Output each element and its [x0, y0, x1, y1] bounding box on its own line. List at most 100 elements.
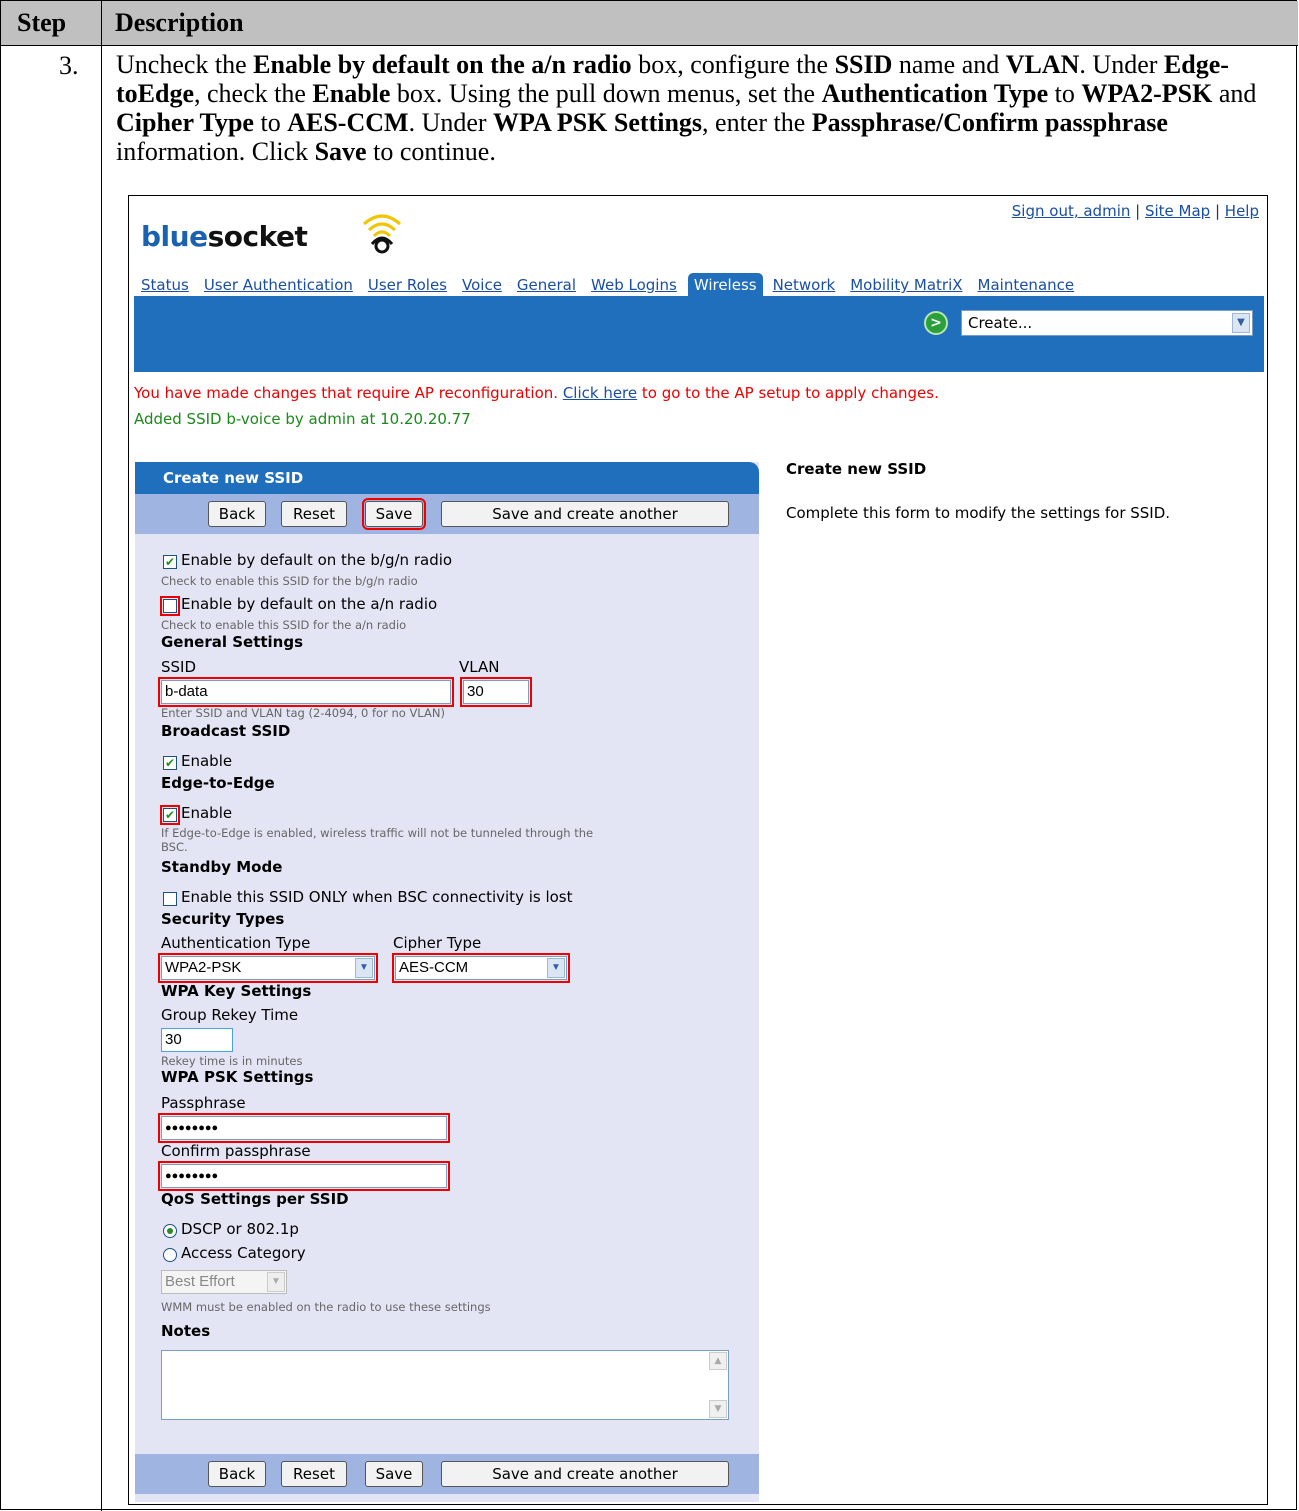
- qos-access-category-radio[interactable]: [163, 1248, 177, 1262]
- top-button-bar: Back Reset Save Save and create another: [135, 494, 759, 534]
- qos-dscp-radio[interactable]: [163, 1224, 177, 1238]
- chevron-down-icon: ▼: [267, 1272, 285, 1292]
- header-step: Step: [17, 8, 67, 37]
- back-button[interactable]: Back: [208, 501, 266, 527]
- bgn-radio-label: Enable by default on the b/g/n radio: [181, 551, 453, 569]
- qos-access-category-label: Access Category: [181, 1244, 306, 1262]
- main-nav: Status User Authentication User Roles Voice…: [141, 273, 1089, 297]
- nav-user-authentication[interactable]: User Authentication: [204, 276, 353, 294]
- notes-heading: Notes: [161, 1322, 211, 1340]
- edge-hint-2: BSC.: [161, 840, 188, 854]
- nav-user-roles[interactable]: User Roles: [368, 276, 447, 294]
- edge-hint-1: If Edge-to-Edge is enabled, wireless tra…: [161, 826, 594, 840]
- qos-settings-heading: QoS Settings per SSID: [161, 1190, 349, 1208]
- authentication-type-label: Authentication Type: [161, 934, 311, 952]
- nav-voice[interactable]: Voice: [462, 276, 502, 294]
- wpa-psk-settings-heading: WPA PSK Settings: [161, 1068, 314, 1086]
- passphrase-input[interactable]: ●●●●●●●●: [158, 1113, 450, 1143]
- toolbar: > Create... ▼: [134, 296, 1264, 372]
- wmm-hint: WMM must be enabled on the radio to use …: [161, 1300, 491, 1314]
- chevron-down-icon: ▼: [355, 958, 373, 978]
- wifi-logo-icon: [363, 214, 401, 254]
- document-table: Step Description 3. Uncheck the Enable b…: [0, 0, 1298, 1511]
- wpa-key-settings-heading: WPA Key Settings: [161, 982, 312, 1000]
- group-rekey-label: Group Rekey Time: [161, 1006, 299, 1024]
- create-select-value: Create...: [968, 314, 1033, 332]
- edge-to-edge-heading: Edge-to-Edge: [161, 774, 275, 792]
- help-title: Create new SSID: [786, 460, 927, 478]
- create-select[interactable]: Create... ▼: [961, 310, 1253, 336]
- nav-maintenance[interactable]: Maintenance: [978, 276, 1075, 294]
- separator: |: [1130, 202, 1145, 220]
- notes-textarea[interactable]: ▲ ▼: [161, 1350, 729, 1420]
- ssid-input[interactable]: b-data: [158, 677, 454, 707]
- chevron-down-icon: ▼: [547, 958, 565, 978]
- confirm-passphrase-label: Confirm passphrase: [161, 1142, 311, 1160]
- broadcast-enable-label: Enable: [181, 752, 233, 770]
- top-links: Sign out, admin | Site Map | Help: [1012, 202, 1259, 220]
- an-radio-hint: Check to enable this SSID for the a/n ra…: [161, 618, 407, 632]
- an-radio-label: Enable by default on the a/n radio: [181, 595, 438, 613]
- authentication-type-value: WPA2-PSK: [165, 959, 242, 976]
- edge-enable-label: Enable: [181, 804, 233, 822]
- click-here-link[interactable]: Click here: [563, 384, 637, 402]
- nav-web-logins[interactable]: Web Logins: [591, 276, 677, 294]
- best-effort-select[interactable]: Best Effort ▼: [161, 1270, 287, 1294]
- cipher-type-value: AES-CCM: [399, 959, 469, 976]
- help-link[interactable]: Help: [1225, 202, 1259, 220]
- status-message: Added SSID b-voice by admin at 10.20.20.…: [134, 410, 471, 428]
- column-divider: [101, 1, 102, 1511]
- confirm-passphrase-input[interactable]: ●●●●●●●●: [158, 1161, 450, 1191]
- ssid-hint: Enter SSID and VLAN tag (2-4094, 0 for n…: [161, 706, 445, 720]
- create-ssid-form: Create new SSID Back Reset Save Save and…: [135, 462, 759, 1502]
- reset-button[interactable]: Reset: [281, 1461, 347, 1487]
- qos-dscp-label: DSCP or 802.1p: [181, 1220, 299, 1238]
- nav-wireless[interactable]: Wireless: [687, 273, 763, 297]
- group-rekey-input[interactable]: 30: [161, 1028, 233, 1052]
- embedded-screenshot: Sign out, admin | Site Map | Help blueso…: [128, 195, 1268, 1505]
- cipher-type-select[interactable]: AES-CCM ▼: [392, 953, 570, 983]
- vlan-label: VLAN: [459, 658, 500, 676]
- nav-status[interactable]: Status: [141, 276, 189, 294]
- save-button[interactable]: Save: [362, 498, 426, 530]
- reconfig-warning: You have made changes that require AP re…: [134, 384, 939, 402]
- bgn-radio-checkbox[interactable]: ✔: [163, 555, 177, 569]
- edge-enable-checkbox[interactable]: ✔: [160, 805, 180, 825]
- separator: |: [1210, 202, 1225, 220]
- security-types-heading: Security Types: [161, 910, 285, 928]
- cipher-type-label: Cipher Type: [393, 934, 482, 952]
- broadcast-ssid-heading: Broadcast SSID: [161, 722, 291, 740]
- step-number: 3.: [59, 51, 79, 80]
- back-button[interactable]: Back: [208, 1461, 266, 1487]
- header-description: Description: [115, 8, 244, 37]
- best-effort-value: Best Effort: [165, 1273, 235, 1290]
- sign-out-link[interactable]: Sign out, admin: [1012, 202, 1131, 220]
- go-arrow-icon[interactable]: >: [924, 311, 948, 335]
- step-instructions: Uncheck the Enable by default on the a/n…: [116, 50, 1257, 166]
- authentication-type-select[interactable]: WPA2-PSK ▼: [158, 953, 378, 983]
- standby-label: Enable this SSID ONLY when BSC connectiv…: [181, 888, 573, 906]
- chevron-down-icon: ▼: [1232, 313, 1250, 333]
- site-map-link[interactable]: Site Map: [1145, 202, 1210, 220]
- nav-network[interactable]: Network: [773, 276, 836, 294]
- standby-mode-heading: Standby Mode: [161, 858, 283, 876]
- ssid-label: SSID: [161, 658, 197, 676]
- save-and-create-another-button[interactable]: Save and create another: [441, 501, 729, 527]
- save-and-create-another-button[interactable]: Save and create another: [441, 1461, 729, 1487]
- reset-button[interactable]: Reset: [281, 501, 347, 527]
- scroll-down-icon[interactable]: ▼: [709, 1400, 727, 1418]
- bgn-radio-hint: Check to enable this SSID for the b/g/n …: [161, 574, 418, 588]
- general-settings-heading: General Settings: [161, 633, 304, 651]
- passphrase-label: Passphrase: [161, 1094, 246, 1112]
- help-text: Complete this form to modify the setting…: [786, 504, 1171, 522]
- scroll-up-icon[interactable]: ▲: [709, 1352, 727, 1370]
- an-radio-checkbox[interactable]: [160, 596, 180, 616]
- nav-mobility-matrix[interactable]: Mobility MatriX: [850, 276, 962, 294]
- broadcast-enable-checkbox[interactable]: ✔: [163, 756, 177, 770]
- nav-general[interactable]: General: [517, 276, 576, 294]
- rekey-hint: Rekey time is in minutes: [161, 1054, 303, 1068]
- vlan-input[interactable]: 30: [460, 677, 532, 707]
- bottom-button-bar: Back Reset Save Save and create another: [135, 1454, 759, 1494]
- save-button[interactable]: Save: [365, 1461, 423, 1487]
- standby-checkbox[interactable]: [163, 892, 177, 906]
